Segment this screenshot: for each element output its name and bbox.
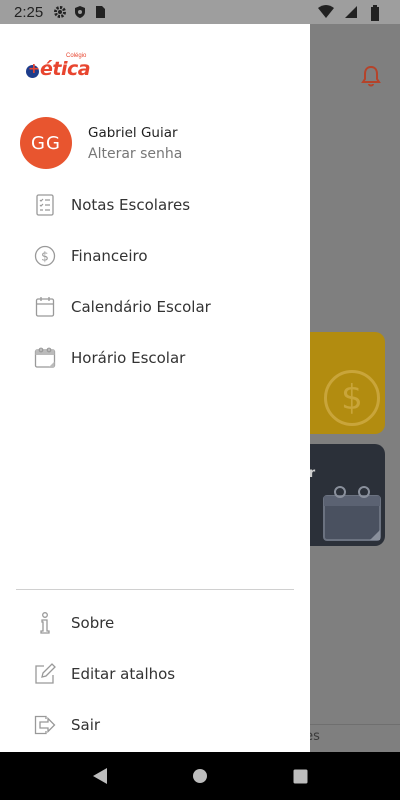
calendar-icon	[322, 484, 382, 546]
menu-item-label: Calendário Escolar	[71, 298, 211, 316]
sim-card-icon	[93, 5, 107, 19]
battery-icon	[370, 5, 384, 21]
menu-item-sobre[interactable]: Sobre	[34, 609, 294, 637]
college-logo: + ética Colégio	[26, 53, 91, 80]
recents-icon[interactable]	[290, 766, 310, 786]
signal-icon	[344, 5, 358, 19]
logout-icon	[34, 714, 56, 736]
edit-icon	[34, 663, 56, 685]
dollar-circle-icon: $	[324, 370, 380, 426]
svg-text:$: $	[41, 250, 49, 264]
menu-item-label: Notas Escolares	[71, 196, 191, 214]
status-time: 2:25	[14, 3, 44, 21]
info-icon	[34, 612, 56, 634]
system-nav-bar	[0, 752, 400, 800]
user-profile: GG Gabriel Guiar Alterar senha	[20, 116, 290, 170]
menu-item-label: Sair	[71, 716, 101, 734]
menu-divider	[16, 589, 294, 590]
menu-item-label: Horário Escolar	[71, 349, 186, 367]
schedule-calendar-icon	[34, 347, 56, 369]
menu-item-horario-escolar[interactable]: Horário Escolar	[34, 344, 294, 372]
report-card-icon	[34, 194, 56, 216]
horario-card: ar	[300, 444, 385, 546]
menu-item-sair[interactable]: Sair	[34, 711, 294, 739]
menu-item-label: Financeiro	[71, 247, 148, 265]
menu-item-notas-escolares[interactable]: Notas Escolares	[34, 191, 294, 219]
bottom-tab-border	[300, 724, 400, 725]
menu-item-editar-atalhos[interactable]: Editar atalhos	[34, 660, 294, 688]
logo-small-text: Colégio	[66, 53, 87, 59]
wifi-icon	[318, 5, 334, 19]
avatar[interactable]: GG	[20, 117, 72, 169]
menu-item-financeiro[interactable]: $ Financeiro	[34, 242, 294, 270]
back-icon[interactable]	[90, 766, 110, 786]
menu-item-calendario-escolar[interactable]: Calendário Escolar	[34, 293, 294, 321]
dollar-circle-icon: $	[34, 245, 56, 267]
calendar-icon	[34, 296, 56, 318]
home-icon[interactable]	[190, 766, 210, 786]
menu-item-label: Sobre	[71, 614, 115, 632]
change-password-link[interactable]: Alterar senha	[88, 146, 182, 162]
shield-icon	[73, 5, 87, 19]
bell-icon	[360, 64, 382, 88]
financeiro-card: $	[300, 332, 385, 434]
menu-item-label: Editar atalhos	[71, 665, 176, 683]
gear-icon	[53, 5, 67, 19]
status-bar: 2:25	[0, 0, 400, 24]
user-name: Gabriel Guiar	[88, 124, 178, 141]
navigation-drawer: + ética Colégio GG Gabriel Guiar Alterar…	[0, 24, 310, 752]
logo-brand: ética	[40, 58, 91, 80]
